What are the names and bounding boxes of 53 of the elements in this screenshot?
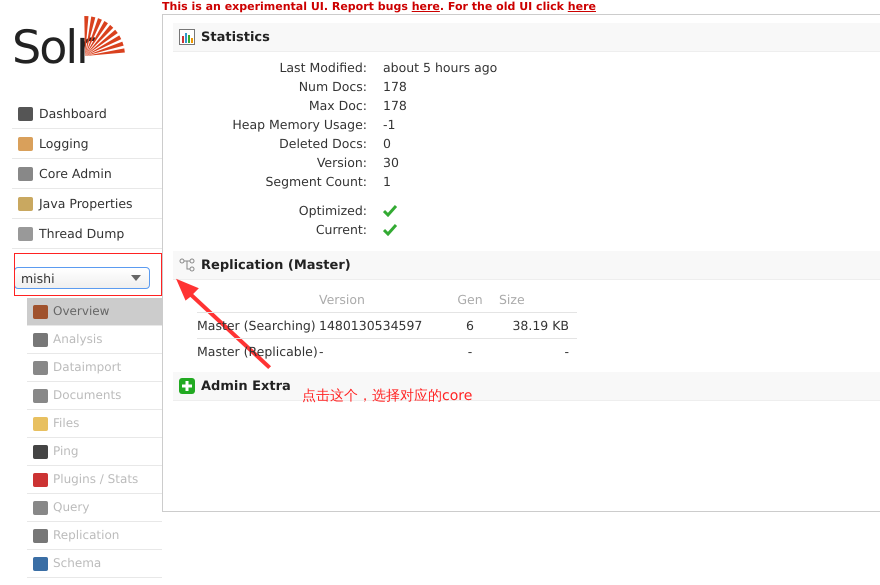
table-cell: - — [499, 338, 577, 364]
table-cell: 38.19 KB — [499, 312, 577, 338]
section-title: Replication (Master) — [201, 258, 351, 272]
stat-label: Max Doc: — [308, 98, 368, 113]
stat-label: Version: — [316, 155, 368, 170]
stat-value: 178 — [383, 79, 407, 94]
stat-label: Deleted Docs: — [278, 136, 368, 151]
section-title: Admin Extra — [201, 378, 291, 394]
core-menu-item[interactable]: Overview — [27, 298, 162, 326]
stat-value: about 5 hours ago — [383, 60, 498, 75]
stat-label: Optimized: — [298, 203, 368, 218]
nav-item[interactable]: Java Properties — [12, 189, 162, 219]
bar-chart-icon — [179, 29, 195, 45]
column-header: Size — [499, 286, 577, 312]
stat-label: Heap Memory Usage: — [231, 117, 368, 132]
stat-value: -1 — [383, 117, 396, 132]
core-menu-item[interactable]: Query — [27, 494, 162, 522]
core-menu-item[interactable]: Replication — [27, 522, 162, 550]
stat-value: 178 — [383, 98, 407, 113]
core-menu-item[interactable]: Files — [27, 410, 162, 438]
core-menu-item[interactable]: Documents — [27, 382, 162, 410]
old-ui-link[interactable]: here — [568, 0, 596, 13]
core-menu-item[interactable]: Schema — [27, 550, 162, 578]
stat-label: Last Modified: — [278, 60, 368, 75]
nav-item[interactable]: Thread Dump — [12, 219, 162, 249]
core-menu-item[interactable]: Analysis — [27, 326, 162, 354]
banner-message: This is an experimental UI. Report bugs here. For the old UI click here — [162, 0, 597, 14]
table-cell: 1480130534597 — [319, 312, 441, 338]
nav-item[interactable]: Dashboard — [12, 99, 162, 129]
stat-label: Num Docs: — [298, 79, 368, 94]
core-menu-item[interactable]: Dataimport — [27, 354, 162, 382]
table-cell: - — [441, 338, 499, 364]
nav-item[interactable]: Logging — [12, 129, 162, 159]
annotation-text: 点击这个，选择对应的core — [302, 387, 472, 405]
caret-icon — [131, 275, 141, 281]
report-bugs-link[interactable]: here — [412, 0, 440, 13]
stat-value: 1 — [383, 174, 391, 189]
nav-item[interactable]: Core Admin — [12, 159, 162, 189]
core-select[interactable]: mishi — [14, 267, 150, 289]
core-menu-item[interactable]: Ping — [27, 438, 162, 466]
stat-value: 30 — [383, 155, 399, 170]
branch-icon — [179, 257, 195, 273]
logo-text: Solr — [12, 20, 94, 74]
column-header: Version — [319, 286, 441, 312]
column-header: Gen — [441, 286, 499, 312]
table-cell: 6 — [441, 312, 499, 338]
stat-value: 0 — [383, 136, 391, 151]
plus-icon — [179, 378, 195, 394]
core-menu-item[interactable]: Plugins / Stats — [27, 466, 162, 494]
stat-label: Current: — [314, 222, 368, 237]
stat-label: Segment Count: — [264, 174, 368, 189]
section-title: Statistics — [201, 30, 270, 44]
table-cell: - — [319, 338, 441, 364]
